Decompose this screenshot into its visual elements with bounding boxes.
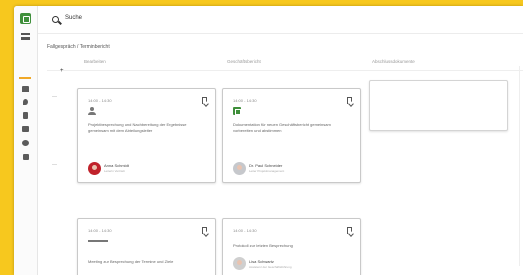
breadcrumb[interactable]: Fallgespräch / Terminbericht (47, 44, 110, 50)
column-divider (519, 66, 520, 266)
avatar (88, 162, 101, 175)
task-card[interactable]: 14:00 - 14:30 Meeting zur Besprechung de… (77, 218, 216, 275)
card-description: Meeting zur Besprechung der Termine und … (88, 259, 174, 264)
column-header-geschaeftsbericht: Geschäftsbericht (227, 59, 261, 64)
column-header-bearbeiten: Bearbeiten (84, 59, 106, 64)
person-icon (88, 107, 96, 115)
card-description: Protokoll zur letzten Besprechung (233, 243, 293, 248)
card-author: Lisa Schwartz (249, 259, 274, 264)
empty-drop-card[interactable] (369, 80, 508, 131)
card-author: Dr. Paul Schneider (249, 163, 283, 168)
task-card[interactable]: 14:00 - 14:30 Protokoll zur letzten Besp… (222, 218, 361, 275)
document-icon[interactable] (23, 112, 28, 119)
avatar (233, 162, 246, 175)
card-description: Dokumentation für neuen Geschäftsbericht… (233, 122, 331, 133)
menu-icon[interactable] (21, 33, 30, 40)
top-bar: Suche (38, 6, 523, 34)
bookmark-icon[interactable] (202, 97, 207, 104)
card-author-role: Leiter Projektmanagement (249, 169, 285, 173)
lock-icon[interactable] (23, 154, 29, 160)
bookmark-icon[interactable] (202, 227, 207, 234)
header-divider (47, 70, 523, 71)
search-icon[interactable] (52, 16, 59, 23)
column-header-abschluss: Abschlussdokumente (372, 59, 415, 64)
calendar-icon[interactable] (22, 126, 29, 132)
task-card[interactable]: 14:00 - 14:30 Projektbesprechung und Nac… (77, 88, 216, 183)
document-type-icon (233, 107, 241, 115)
location-icon[interactable] (23, 99, 28, 105)
card-author: Anna Schmidt (104, 163, 129, 168)
settings-icon[interactable] (22, 140, 29, 146)
card-time: 14:00 - 14:30 (88, 228, 112, 233)
add-row-button[interactable]: + (60, 68, 64, 74)
row-marker: — (52, 162, 57, 168)
app-logo-icon[interactable] (20, 13, 31, 24)
progress-icon (88, 240, 108, 242)
search-input[interactable]: Suche (65, 15, 82, 21)
sidebar-rail (14, 6, 38, 275)
bookmark-icon[interactable] (347, 227, 352, 234)
bookmark-icon[interactable] (347, 97, 352, 104)
home-icon[interactable] (22, 86, 29, 92)
row-marker: — (52, 94, 57, 100)
card-time: 14:00 - 14:30 (88, 98, 112, 103)
card-author-role: Assistenz der Geschäftsführung (249, 265, 292, 269)
card-author-role: Leiterin Vertrieb (104, 169, 126, 173)
card-time: 14:00 - 14:30 (233, 98, 257, 103)
card-description: Projektbesprechung und Nachbereitung der… (88, 122, 187, 133)
card-time: 14:00 - 14:30 (233, 228, 257, 233)
active-indicator (19, 77, 31, 79)
task-card[interactable]: 14:00 - 14:30 Dokumentation für neuen Ge… (222, 88, 361, 183)
avatar (233, 257, 246, 270)
app-window: Suche Fallgespräch / Terminbericht Bearb… (14, 6, 523, 275)
